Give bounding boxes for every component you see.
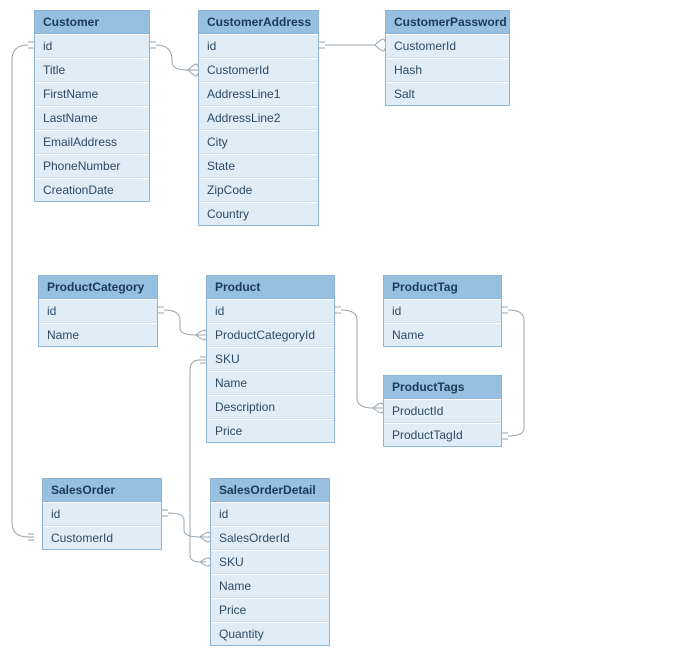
table-row: Country xyxy=(199,202,318,225)
table-row: id xyxy=(211,502,329,526)
table-row: id xyxy=(35,34,149,58)
table-row: City xyxy=(199,130,318,154)
table-header: ProductCategory xyxy=(39,276,157,299)
table-customer[interactable]: Customer id Title FirstName LastName Ema… xyxy=(34,10,150,202)
table-row: EmailAddress xyxy=(35,130,149,154)
table-header: ProductTag xyxy=(384,276,501,299)
table-product[interactable]: Product id ProductCategoryId SKU Name De… xyxy=(206,275,335,443)
table-row: CreationDate xyxy=(35,178,149,201)
table-row: SKU xyxy=(211,550,329,574)
table-row: ProductCategoryId xyxy=(207,323,334,347)
table-row: AddressLine1 xyxy=(199,82,318,106)
table-row: SKU xyxy=(207,347,334,371)
table-row: Price xyxy=(211,598,329,622)
table-row: CustomerId xyxy=(386,34,509,58)
table-row: State xyxy=(199,154,318,178)
table-product-tags[interactable]: ProductTags ProductId ProductTagId xyxy=(383,375,502,447)
table-row: CustomerId xyxy=(43,526,161,549)
table-row: Name xyxy=(207,371,334,395)
table-header: CustomerAddress xyxy=(199,11,318,34)
table-row: id xyxy=(39,299,157,323)
table-row: id xyxy=(207,299,334,323)
table-header: ProductTags xyxy=(384,376,501,399)
table-sales-order-detail[interactable]: SalesOrderDetail id SalesOrderId SKU Nam… xyxy=(210,478,330,646)
table-row: PhoneNumber xyxy=(35,154,149,178)
table-row: FirstName xyxy=(35,82,149,106)
table-row: SalesOrderId xyxy=(211,526,329,550)
table-header: Customer xyxy=(35,11,149,34)
table-row: AddressLine2 xyxy=(199,106,318,130)
table-row: Name xyxy=(384,323,501,346)
table-header: CustomerPassword xyxy=(386,11,509,34)
table-sales-order[interactable]: SalesOrder id CustomerId xyxy=(42,478,162,550)
table-row: Name xyxy=(211,574,329,598)
table-product-category[interactable]: ProductCategory id Name xyxy=(38,275,158,347)
table-header: SalesOrderDetail xyxy=(211,479,329,502)
table-row: ProductId xyxy=(384,399,501,423)
table-row: Salt xyxy=(386,82,509,105)
table-row: id xyxy=(199,34,318,58)
table-header: Product xyxy=(207,276,334,299)
table-row: id xyxy=(384,299,501,323)
table-row: Title xyxy=(35,58,149,82)
table-product-tag[interactable]: ProductTag id Name xyxy=(383,275,502,347)
table-customer-address[interactable]: CustomerAddress id CustomerId AddressLin… xyxy=(198,10,319,226)
table-header: SalesOrder xyxy=(43,479,161,502)
table-row: Quantity xyxy=(211,622,329,645)
table-row: Price xyxy=(207,419,334,442)
table-row: Description xyxy=(207,395,334,419)
table-row: ZipCode xyxy=(199,178,318,202)
table-row: CustomerId xyxy=(199,58,318,82)
table-row: ProductTagId xyxy=(384,423,501,446)
table-row: id xyxy=(43,502,161,526)
table-customer-password[interactable]: CustomerPassword CustomerId Hash Salt xyxy=(385,10,510,106)
table-row: Hash xyxy=(386,58,509,82)
table-row: Name xyxy=(39,323,157,346)
table-row: LastName xyxy=(35,106,149,130)
